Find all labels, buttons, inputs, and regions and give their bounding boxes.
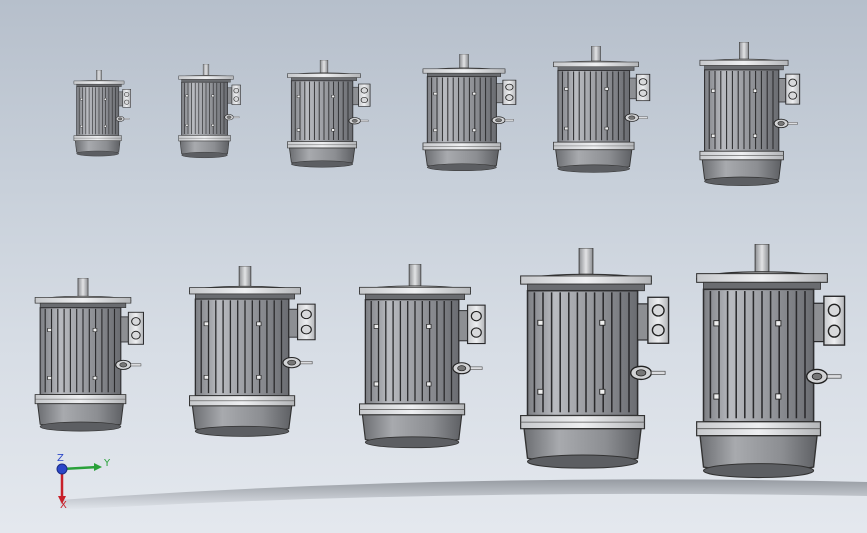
motor-model-1[interactable] <box>73 70 131 157</box>
motor-model-10[interactable] <box>519 248 670 469</box>
floor-shadow <box>60 479 867 510</box>
y-axis-label: Y <box>104 458 111 469</box>
coordinate-triad: Y Z X <box>46 452 116 522</box>
motor-model-2[interactable] <box>178 64 241 159</box>
motor-model-9[interactable] <box>358 264 486 449</box>
motor-model-7[interactable] <box>34 278 145 432</box>
motor-model-11[interactable] <box>695 244 846 479</box>
z-axis-label: Z <box>57 453 64 464</box>
model-viewport[interactable] <box>0 0 867 533</box>
motor-model-8[interactable] <box>188 266 316 438</box>
motor-model-4[interactable] <box>422 54 517 172</box>
motor-model-3[interactable] <box>287 60 371 168</box>
z-axis-point <box>56 463 68 475</box>
motor-model-5[interactable] <box>552 46 651 173</box>
x-axis-label: X <box>60 500 67 511</box>
motor-model-6[interactable] <box>699 42 801 187</box>
